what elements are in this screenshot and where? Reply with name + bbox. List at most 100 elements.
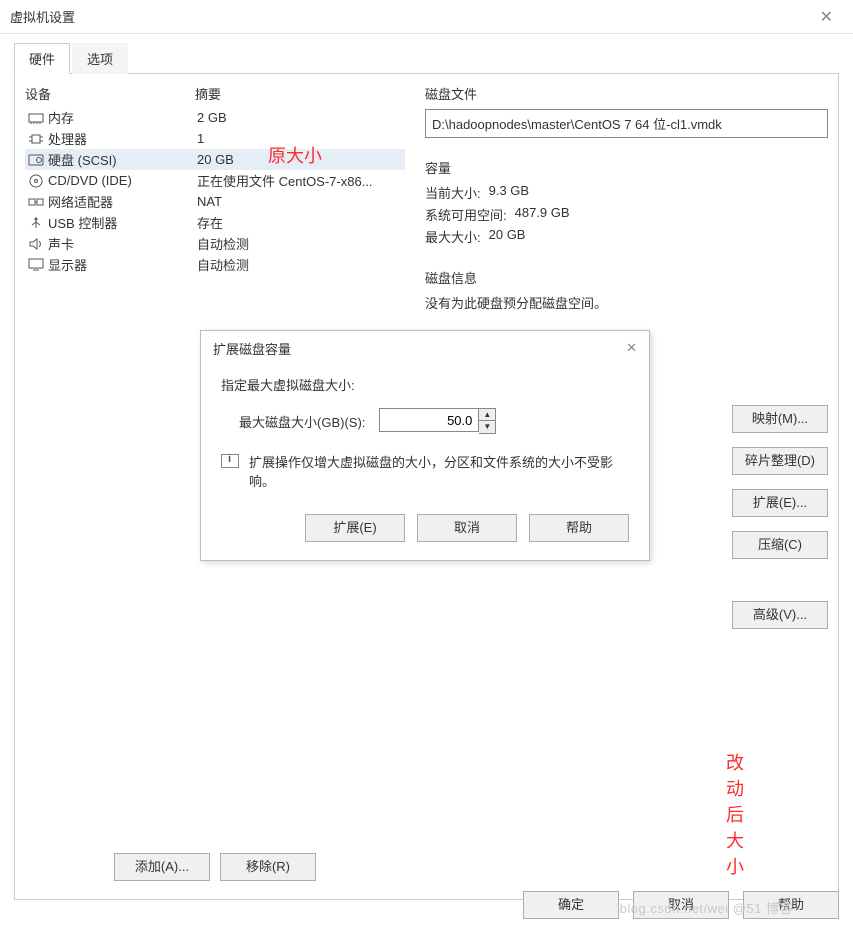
- device-name: 显示器: [48, 255, 197, 274]
- size-row: 最大磁盘大小(GB)(S): ▲ ▼: [221, 408, 629, 434]
- device-summary: 自动检测: [197, 234, 403, 253]
- value: 20 GB: [489, 227, 526, 246]
- device-row-usb[interactable]: USB 控制器 存在: [25, 212, 405, 233]
- ok-button[interactable]: 确定: [523, 891, 619, 919]
- device-name: USB 控制器: [48, 213, 197, 232]
- disk-info-line: 没有为此硬盘预分配磁盘空间。: [425, 296, 607, 311]
- expand-button[interactable]: 扩展(E)...: [732, 489, 828, 517]
- tab-label: 选项: [87, 52, 113, 67]
- spin-down-icon[interactable]: ▼: [479, 421, 495, 433]
- disk-file-field[interactable]: D:\hadoopnodes\master\CentOS 7 64 位-cl1.…: [425, 109, 828, 138]
- tab-bar: 硬件 选项: [14, 42, 839, 74]
- btn-label: 帮助: [566, 520, 592, 535]
- size-spinner[interactable]: ▲ ▼: [379, 408, 496, 434]
- expand-dialog-titlebar: 扩展磁盘容量 ✕: [201, 331, 649, 365]
- tab-options[interactable]: 选项: [72, 43, 128, 74]
- btn-label: 帮助: [778, 897, 804, 912]
- btn-label: 映射(M)...: [752, 411, 808, 426]
- disk-info-title: 磁盘信息: [425, 268, 828, 287]
- dialog-expand-button[interactable]: 扩展(E): [305, 514, 405, 542]
- device-buttons: 添加(A)... 移除(R): [25, 853, 405, 891]
- tab-label: 硬件: [29, 52, 55, 67]
- btn-label: 添加(A)...: [135, 859, 189, 874]
- size-input[interactable]: [379, 408, 479, 432]
- info-icon: [221, 454, 239, 468]
- dialog-cancel-button[interactable]: 取消: [417, 514, 517, 542]
- device-summary: NAT: [197, 194, 403, 209]
- remove-button[interactable]: 移除(R): [220, 853, 316, 881]
- annotation-after-change: 改动后大小: [726, 749, 744, 879]
- device-name: 硬盘 (SCSI): [48, 150, 197, 169]
- device-row-memory[interactable]: 内存 2 GB: [25, 107, 405, 128]
- header-device: 设备: [25, 84, 195, 103]
- display-icon: [27, 258, 45, 272]
- btn-label: 扩展(E): [333, 520, 376, 535]
- tab-hardware[interactable]: 硬件: [14, 43, 70, 74]
- device-name: 内存: [48, 108, 197, 127]
- advanced-button[interactable]: 高级(V)...: [732, 601, 828, 629]
- device-header: 设备 摘要: [25, 82, 405, 107]
- dialog-title: 扩展磁盘容量: [213, 339, 291, 358]
- annotation-original-size: 原大小: [268, 142, 322, 168]
- device-row-cd[interactable]: CD/DVD (IDE) 正在使用文件 CentOS-7-x86...: [25, 170, 405, 191]
- label: 最大大小:: [425, 227, 481, 246]
- btn-label: 高级(V)...: [753, 607, 807, 622]
- device-name: 处理器: [48, 129, 197, 148]
- dialog-note-row: 扩展操作仅增大虚拟磁盘的大小，分区和文件系统的大小不受影响。: [221, 452, 629, 490]
- device-summary: 正在使用文件 CentOS-7-x86...: [197, 171, 403, 190]
- defrag-button[interactable]: 碎片整理(D): [732, 447, 828, 475]
- device-row-network[interactable]: 网络适配器 NAT: [25, 191, 405, 212]
- capacity-box: 当前大小: 9.3 GB 系统可用空间: 487.9 GB 最大大小: 20 G…: [425, 183, 828, 246]
- label: 系统可用空间:: [425, 205, 507, 224]
- add-button[interactable]: 添加(A)...: [114, 853, 210, 881]
- label: 当前大小:: [425, 183, 481, 202]
- device-row-sound[interactable]: 声卡 自动检测: [25, 233, 405, 254]
- dialog-footer: 确定 取消 帮助: [523, 891, 839, 919]
- close-icon[interactable]: ✕: [810, 3, 843, 31]
- cpu-icon: [27, 132, 45, 146]
- device-row-display[interactable]: 显示器 自动检测: [25, 254, 405, 275]
- map-button[interactable]: 映射(M)...: [732, 405, 828, 433]
- capacity-max: 最大大小: 20 GB: [425, 227, 828, 246]
- expand-dialog-buttons: 扩展(E) 取消 帮助: [221, 514, 629, 542]
- value: 487.9 GB: [515, 205, 570, 224]
- disk-info-box: 没有为此硬盘预分配磁盘空间。: [425, 293, 828, 315]
- disk-icon: [27, 153, 45, 167]
- btn-label: 扩展(E)...: [753, 495, 807, 510]
- titlebar: 虚拟机设置 ✕: [0, 0, 853, 34]
- device-summary: 2 GB: [197, 110, 403, 125]
- dialog-help-button[interactable]: 帮助: [529, 514, 629, 542]
- help-button[interactable]: 帮助: [743, 891, 839, 919]
- capacity-current: 当前大小: 9.3 GB: [425, 183, 828, 202]
- cancel-button[interactable]: 取消: [633, 891, 729, 919]
- spinner-buttons[interactable]: ▲ ▼: [479, 408, 496, 434]
- window-title: 虚拟机设置: [10, 7, 75, 26]
- btn-label: 压缩(C): [758, 537, 802, 552]
- capacity-title: 容量: [425, 158, 828, 177]
- usb-icon: [27, 216, 45, 230]
- expand-dialog: 扩展磁盘容量 ✕ 指定最大虚拟磁盘大小: 最大磁盘大小(GB)(S): ▲ ▼ …: [200, 330, 650, 561]
- disk-file-title: 磁盘文件: [425, 84, 828, 103]
- dialog-note: 扩展操作仅增大虚拟磁盘的大小，分区和文件系统的大小不受影响。: [249, 452, 629, 490]
- memory-icon: [27, 111, 45, 125]
- network-icon: [27, 195, 45, 209]
- btn-label: 取消: [668, 897, 694, 912]
- dialog-instruction: 指定最大虚拟磁盘大小:: [221, 375, 629, 394]
- sound-icon: [27, 237, 45, 251]
- cd-icon: [27, 174, 45, 188]
- device-row-cpu[interactable]: 处理器 1: [25, 128, 405, 149]
- compress-button[interactable]: 压缩(C): [732, 531, 828, 559]
- capacity-free: 系统可用空间: 487.9 GB: [425, 205, 828, 224]
- device-row-disk[interactable]: 硬盘 (SCSI) 20 GB: [25, 149, 405, 170]
- device-name: CD/DVD (IDE): [48, 173, 197, 188]
- device-summary: 自动检测: [197, 255, 403, 274]
- size-label: 最大磁盘大小(GB)(S):: [239, 412, 365, 431]
- value: 9.3 GB: [489, 183, 529, 202]
- close-icon[interactable]: ✕: [626, 340, 637, 356]
- device-name: 声卡: [48, 234, 197, 253]
- header-summary: 摘要: [195, 84, 405, 103]
- expand-dialog-body: 指定最大虚拟磁盘大小: 最大磁盘大小(GB)(S): ▲ ▼ 改动后大小 扩展操…: [201, 365, 649, 560]
- btn-label: 确定: [558, 897, 584, 912]
- btn-label: 碎片整理(D): [745, 453, 815, 468]
- spin-up-icon[interactable]: ▲: [479, 409, 495, 421]
